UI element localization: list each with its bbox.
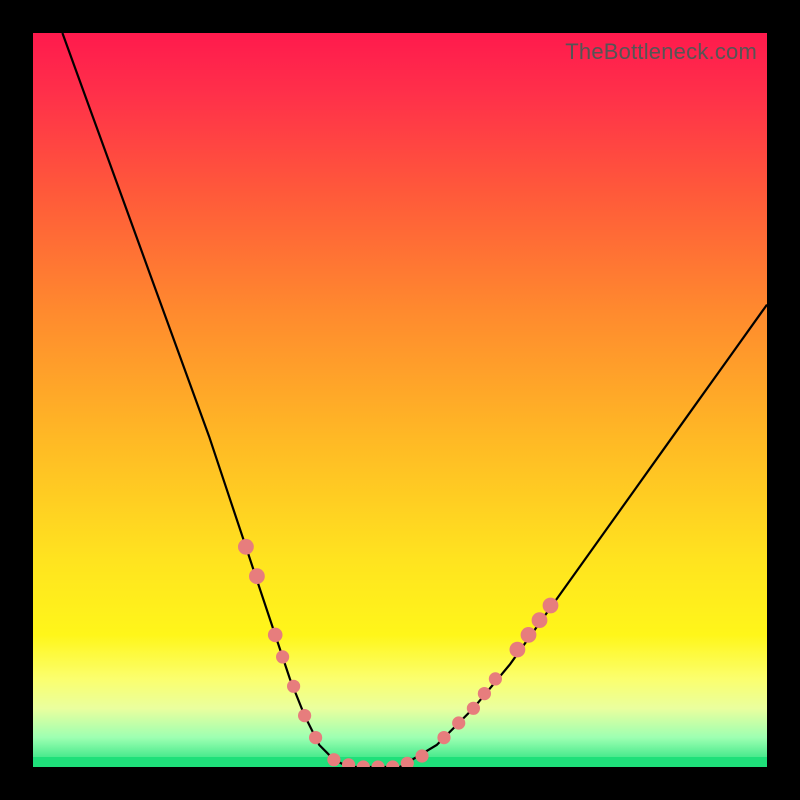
data-marker xyxy=(371,760,384,767)
curve-group xyxy=(62,33,767,767)
data-marker xyxy=(521,627,537,643)
data-marker xyxy=(276,650,289,663)
data-marker xyxy=(342,758,355,767)
data-marker xyxy=(238,539,254,555)
chart-svg xyxy=(33,33,767,767)
data-marker xyxy=(415,749,428,762)
bottleneck-curve-path xyxy=(62,33,767,767)
data-marker xyxy=(287,680,300,693)
data-marker xyxy=(467,702,480,715)
data-marker xyxy=(298,709,311,722)
data-marker xyxy=(437,731,450,744)
data-marker xyxy=(327,753,340,766)
data-marker xyxy=(268,628,283,643)
data-marker xyxy=(452,716,465,729)
data-marker xyxy=(357,760,370,767)
chart-frame: TheBottleneck.com xyxy=(0,0,800,800)
marker-group xyxy=(238,539,558,767)
data-marker xyxy=(401,757,414,767)
data-marker xyxy=(478,687,491,700)
data-marker xyxy=(249,568,265,584)
data-marker xyxy=(510,642,526,658)
data-marker xyxy=(309,731,322,744)
chart-plot-area: TheBottleneck.com xyxy=(33,33,767,767)
data-marker xyxy=(532,612,548,628)
data-marker xyxy=(543,598,559,614)
data-marker xyxy=(489,672,502,685)
data-marker xyxy=(386,760,399,767)
